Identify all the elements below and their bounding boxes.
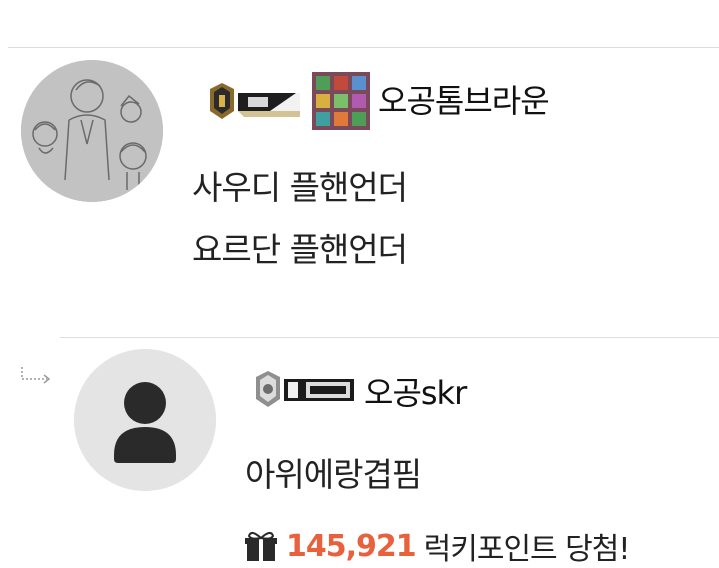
reply-nickname[interactable]: 오공skr [364, 368, 467, 414]
puzzle-badge-icon [312, 72, 370, 130]
gift-icon [245, 532, 277, 561]
lucky-point-banner: 145,921 럭키포인트 당첨! [244, 524, 631, 568]
comment-divider [60, 337, 719, 338]
rank-medal-badge-icon [210, 83, 300, 119]
reply-user-badges [250, 369, 358, 409]
reply-user-avatar[interactable] [74, 349, 216, 491]
comment-nickname[interactable]: 오공톰브라운 [378, 76, 550, 122]
reply-text-line: 아위에랑겹핌 [245, 455, 422, 494]
lucky-point-label: 럭키포인트 당첨! [423, 532, 631, 567]
user-badges [204, 72, 370, 130]
user-avatar[interactable] [21, 60, 163, 202]
reply-arrow-icon [21, 367, 51, 384]
lucky-point-amount: 145,921 [286, 528, 417, 564]
default-user-icon [74, 349, 216, 491]
comment-text-line: 요르단 플핸언더 [192, 230, 408, 269]
rank-medal-badge-icon [256, 371, 354, 407]
avatar-illustration-icon [21, 60, 163, 202]
comment-divider [8, 47, 719, 48]
comment-text-line: 사우디 플핸언더 [192, 168, 408, 207]
